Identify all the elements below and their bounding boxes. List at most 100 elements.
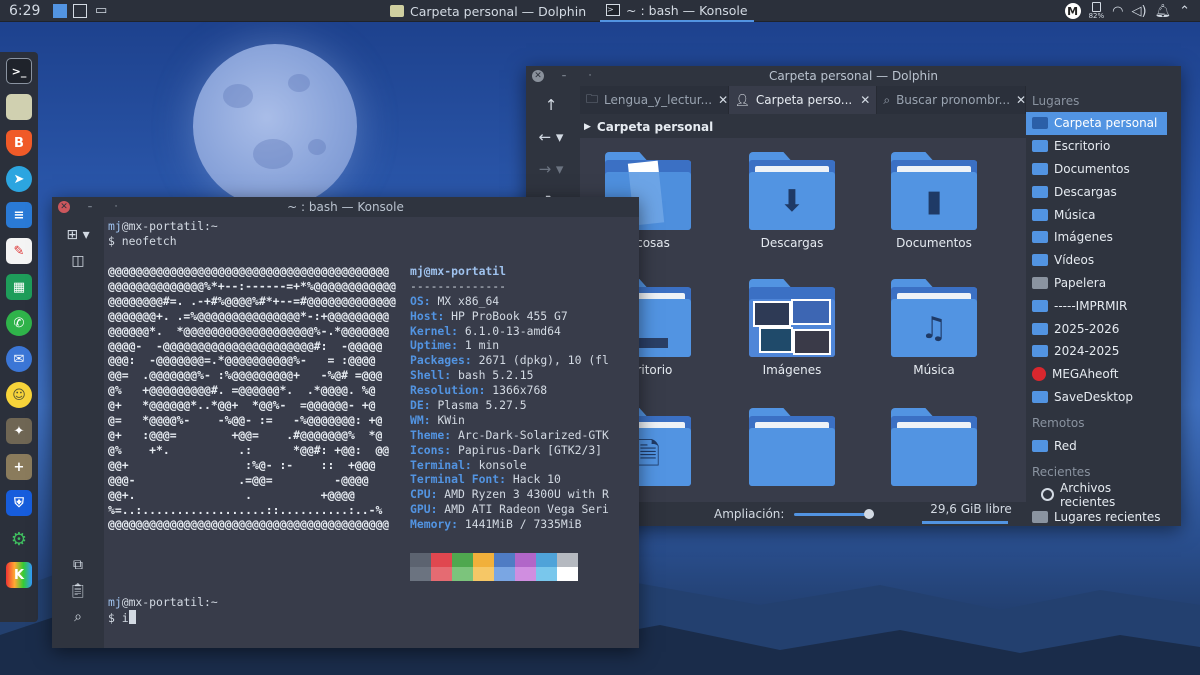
files-icon[interactable] (6, 94, 32, 120)
mega-tray-icon[interactable]: M (1064, 3, 1081, 19)
place-carpeta-personal[interactable]: Carpeta personal (1026, 112, 1167, 135)
system-tray: M 82% ◠ ◁) 🔔︎ ⌃ (1064, 0, 1190, 22)
konsole-titlebar[interactable]: ✕ – · ~ : bash — Konsole (52, 197, 639, 217)
paste-icon[interactable]: 📋︎ (69, 583, 87, 599)
search-icon[interactable]: ⌕ (74, 609, 82, 625)
terminal-area[interactable]: mj@mx-portatil:~ $ neofetch @@@@@@@@@@@@… (104, 217, 639, 648)
settings-icon[interactable]: ⚙ (6, 526, 32, 552)
place-videos[interactable]: Vídeos (1026, 249, 1167, 272)
minimize-icon[interactable]: – (84, 201, 96, 213)
place-imagenes[interactable]: Imágenes (1026, 226, 1167, 249)
folder-item[interactable]: ⬇ Descargas (722, 152, 862, 250)
folder-label: Descargas (760, 236, 824, 250)
breadcrumb[interactable]: ▶ Carpeta personal (580, 116, 1026, 138)
emoji-icon[interactable]: ☺ (6, 382, 32, 408)
breadcrumb-current[interactable]: Carpeta personal (597, 120, 713, 134)
task-konsole[interactable]: > ~ : bash — Konsole (600, 0, 754, 22)
close-icon[interactable]: ✕ (718, 93, 728, 107)
download-folder-icon: ⬇ (749, 152, 835, 230)
place-label: 2024-2025 (1054, 344, 1120, 359)
task-dolphin[interactable]: Carpeta personal — Dolphin (384, 0, 592, 22)
place-2024-2025[interactable]: 2024-2025 (1026, 340, 1167, 363)
free-space[interactable]: 29,6 GiB libre (916, 502, 1026, 524)
place-archivos-recientes[interactable]: Archivos recientes (1026, 481, 1167, 509)
bell-icon[interactable]: 🔔︎ (1155, 4, 1172, 19)
writer-icon[interactable]: ≡ (6, 202, 32, 228)
folder-item[interactable]: ▮ Documentos (864, 152, 1004, 250)
place-descargas[interactable]: Descargas (1026, 180, 1167, 203)
desktop-pager-2[interactable] (73, 3, 87, 18)
folder-view[interactable]: +cosas ⬇ Descargas ▮ Documentos scritori… (580, 138, 1026, 502)
desktop-pager-1[interactable] (53, 3, 67, 18)
chevron-up-icon[interactable]: ⌃ (1179, 4, 1190, 19)
place-label: MEGAheoft (1052, 367, 1119, 382)
folder-item[interactable] (722, 408, 862, 486)
zoom-label: Ampliación: (714, 507, 785, 521)
info-key: Icons (410, 442, 445, 457)
bitwarden-icon[interactable]: ⛨ (6, 490, 32, 516)
color-swatch (515, 553, 536, 567)
zoom-slider[interactable] (794, 508, 875, 519)
folder-item[interactable] (864, 408, 1004, 486)
sheets-icon[interactable]: ▦ (6, 274, 32, 300)
konsole-title: ~ : bash — Konsole (287, 200, 404, 214)
close-icon[interactable]: ✕ (532, 70, 544, 82)
thunderbird-icon[interactable]: ✉ (6, 346, 32, 372)
prompt-host: @mx-portatil (121, 595, 205, 609)
chat-icon[interactable]: ✆ (6, 310, 32, 336)
editor-icon[interactable]: ✎ (6, 238, 32, 264)
copy-icon[interactable]: ⧉ (73, 557, 83, 573)
place-savedesktop[interactable]: SaveDesktop (1026, 386, 1167, 409)
place-lugares-recientes[interactable]: Lugares recientes (1026, 506, 1167, 529)
close-icon[interactable]: ✕ (860, 93, 870, 107)
up-arrow-icon[interactable]: ↑ (545, 96, 558, 114)
kvirc-icon[interactable]: K (6, 562, 32, 588)
battery-icon[interactable]: 82% (1088, 2, 1105, 20)
telegram-icon[interactable]: ➤ (6, 166, 32, 192)
typed-text: i (121, 610, 129, 625)
add-app-icon[interactable]: + (6, 454, 32, 480)
info-key: Host (410, 308, 438, 323)
close-icon[interactable]: ✕ (58, 201, 70, 213)
maximize-icon[interactable]: · (110, 201, 122, 213)
maximize-icon[interactable]: · (584, 70, 596, 82)
show-desktop-icon[interactable]: ▭ (95, 3, 107, 18)
color-swatch (473, 553, 494, 567)
place-musica[interactable]: Música (1026, 203, 1167, 226)
place-escritorio[interactable]: Escritorio (1026, 135, 1167, 158)
place-imprmir[interactable]: -----IMPRMIR (1026, 294, 1167, 317)
moon-wallpaper (193, 44, 357, 208)
split-view-icon[interactable]: ◫ (71, 253, 84, 269)
battery-level: 82% (1088, 12, 1105, 20)
chevron-right-icon: ▶ (584, 122, 591, 132)
place-label: -----IMPRMIR (1054, 298, 1128, 313)
terminal-icon[interactable]: >_ (6, 58, 32, 84)
folder-item[interactable]: ♫ Música (864, 279, 1004, 377)
info-value: bash 5.2.15 (458, 368, 534, 383)
volume-icon[interactable]: ◁) (1132, 4, 1147, 19)
tab-lengua[interactable]: 🗀 Lengua_y_lectur... ✕ (580, 86, 729, 114)
place-label: Carpeta personal (1054, 116, 1158, 131)
place-megaheoft[interactable]: MEGAheoft (1026, 363, 1167, 386)
color-swatch (473, 567, 494, 581)
tab-carpeta-personal[interactable]: 👤︎ Carpeta perso... ✕ (728, 86, 878, 114)
place-documentos[interactable]: Documentos (1026, 158, 1167, 181)
forward-arrow-icon[interactable]: → ▾ (539, 160, 564, 178)
dolphin-task-icon (390, 5, 404, 17)
info-key: DE (410, 398, 424, 413)
wifi-icon[interactable]: ◠ (1112, 4, 1123, 19)
clock[interactable]: 6:29 (9, 3, 47, 19)
folder-item[interactable]: Imágenes (722, 279, 862, 377)
brave-icon[interactable]: B (6, 130, 32, 156)
place-2025-2026[interactable]: 2025-2026 (1026, 317, 1167, 340)
close-icon[interactable]: ✕ (1016, 93, 1025, 107)
tab-buscar[interactable]: ⌕ Buscar pronombr... ✕ (877, 86, 1027, 114)
back-arrow-icon[interactable]: ← ▾ (539, 128, 564, 146)
gimp-icon[interactable]: ✦ (6, 418, 32, 444)
info-value: 1441MiB / 7335MiB (464, 517, 582, 532)
minimize-icon[interactable]: – (558, 70, 570, 82)
dolphin-titlebar[interactable]: ✕ – · Carpeta personal — Dolphin (526, 66, 1181, 86)
new-tab-icon[interactable]: ⊞ ▾ (66, 227, 89, 243)
place-papelera[interactable]: Papelera (1026, 272, 1167, 295)
place-red[interactable]: Red (1026, 434, 1167, 457)
